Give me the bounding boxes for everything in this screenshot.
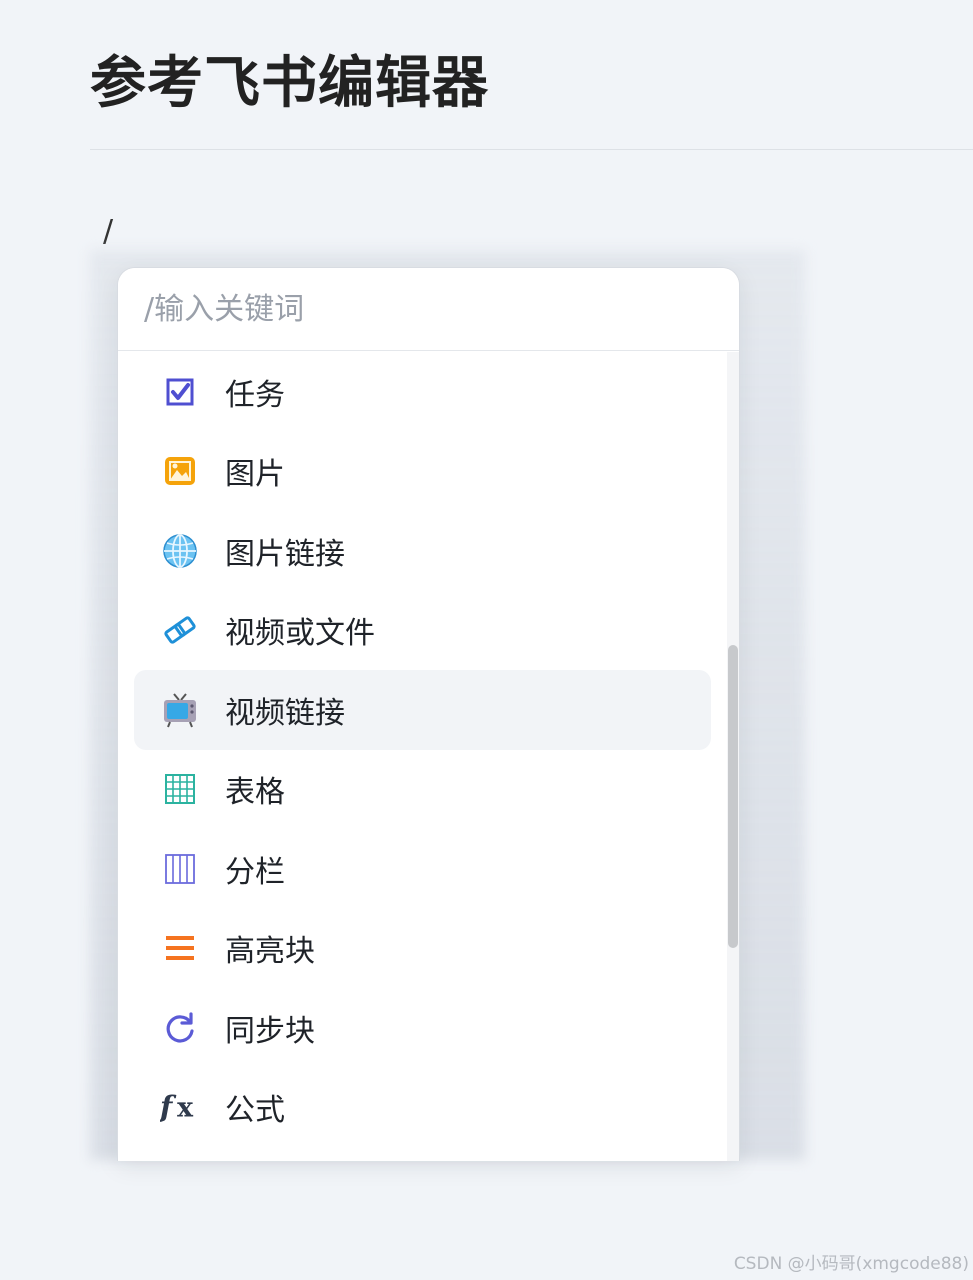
page-title: 参考飞书编辑器 xyxy=(90,51,489,116)
link-icon xyxy=(160,610,200,650)
menu-item-label: 分栏 xyxy=(225,854,285,890)
editor-slash-text[interactable]: / xyxy=(103,214,113,249)
menu-item-formula[interactable]: f x 公式 xyxy=(134,1068,711,1148)
menu-item-task[interactable]: 任务 xyxy=(134,352,711,432)
menu-item-image-link[interactable]: 图片链接 xyxy=(134,511,711,591)
menu-item-sync-block[interactable]: 同步块 xyxy=(134,988,711,1068)
table-icon xyxy=(160,769,200,809)
menu-item-image[interactable]: 图片 xyxy=(134,432,711,512)
globe-icon xyxy=(160,531,200,571)
slash-command-menu: 任务 图片 xyxy=(117,267,740,1161)
menu-item-label: 视频或文件 xyxy=(225,616,375,652)
menu-item-label: 图片 xyxy=(225,457,285,493)
menu-item-columns[interactable]: 分栏 xyxy=(134,829,711,909)
menu-item-label: 表格 xyxy=(225,775,285,811)
tv-icon xyxy=(160,690,200,730)
title-divider xyxy=(90,149,973,150)
menu-item-highlight-block[interactable]: 高亮块 xyxy=(134,909,711,989)
checkbox-icon xyxy=(160,372,200,412)
watermark: CSDN @小码哥(xmgcode88) xyxy=(733,1254,969,1274)
formula-icon: f x xyxy=(160,1087,200,1127)
search-input[interactable] xyxy=(118,268,739,351)
scrollbar-thumb[interactable] xyxy=(728,645,738,948)
menu-item-label: 同步块 xyxy=(225,1013,315,1049)
highlight-block-icon xyxy=(160,928,200,968)
menu-item-video-or-file[interactable]: 视频或文件 xyxy=(134,591,711,671)
menu-item-label: 高亮块 xyxy=(225,934,315,970)
svg-text:x: x xyxy=(177,1093,194,1124)
menu-item-table[interactable]: 表格 xyxy=(134,750,711,830)
menu-item-label: 视频链接 xyxy=(225,695,345,731)
menu-item-video-link[interactable]: 视频链接 xyxy=(134,670,711,750)
columns-icon xyxy=(160,849,200,889)
menu-list: 任务 图片 图片链接 视频或文件 视频链接 表格 分栏 高亮块 同步块 f x … xyxy=(118,352,727,1147)
menu-item-label: 公式 xyxy=(225,1093,285,1129)
menu-item-label: 任务 xyxy=(225,377,285,413)
sync-icon xyxy=(160,1008,200,1048)
image-icon xyxy=(160,451,200,491)
menu-item-label: 图片链接 xyxy=(225,536,345,572)
svg-text:f: f xyxy=(160,1090,177,1124)
